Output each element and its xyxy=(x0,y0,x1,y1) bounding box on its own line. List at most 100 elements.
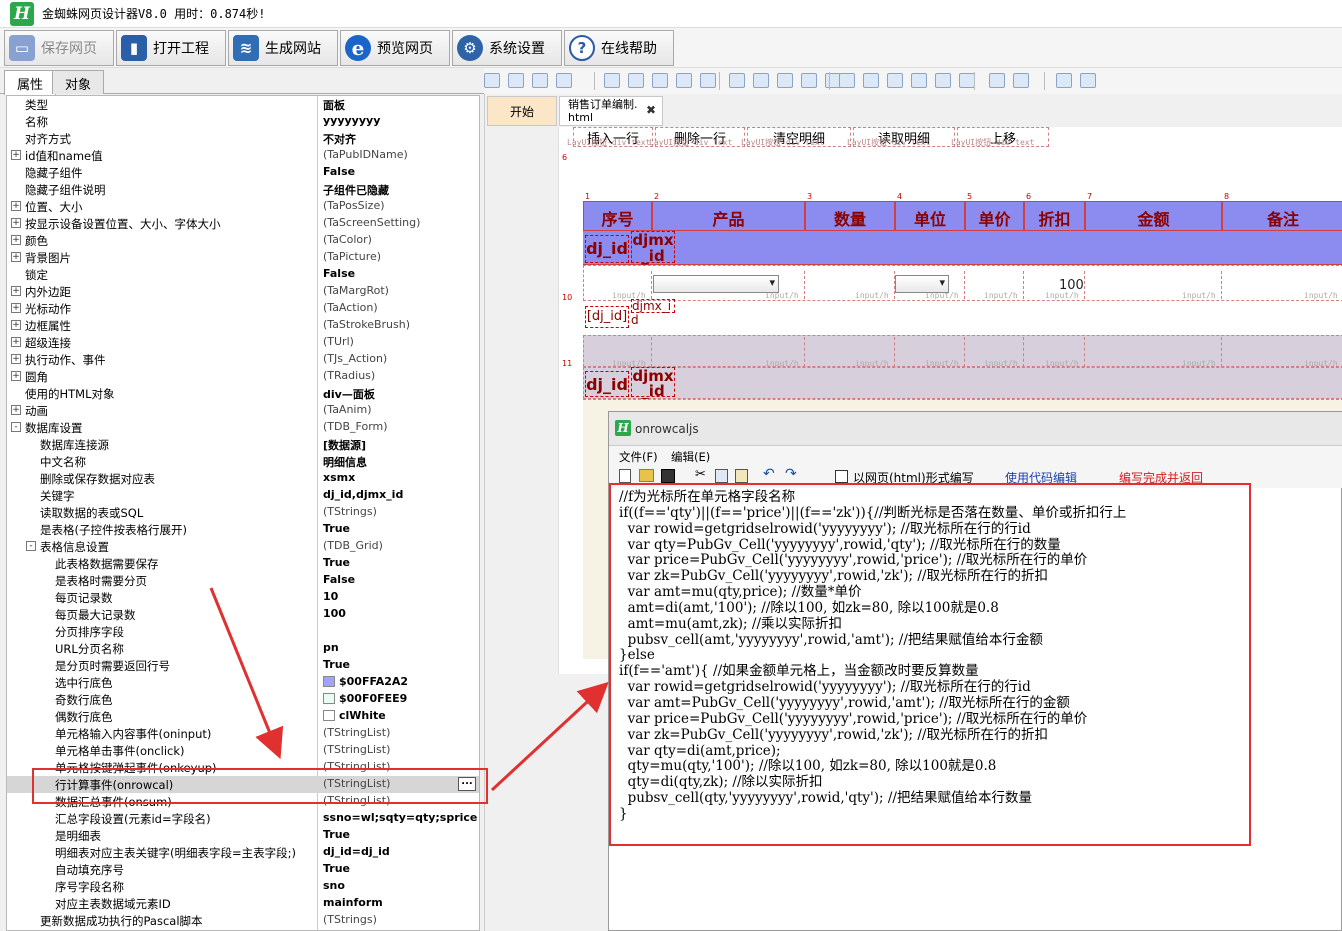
property-row[interactable]: 选中行底色 $00FFA2A2 xyxy=(7,674,479,691)
property-row[interactable]: + 背景图片 (TaPicture) xyxy=(7,249,479,266)
property-row[interactable]: + id值和name值 (TaPubIDName) xyxy=(7,147,479,164)
system-settings-button[interactable]: ⚙ 系统设置 xyxy=(452,30,562,66)
property-value[interactable]: dj_id,djmx_id xyxy=(320,488,478,501)
property-value[interactable]: (TStringList) xyxy=(320,777,478,790)
code-textarea[interactable]: //f为光标所在单元格字段名称 if((f=='qty')||(f=='price… xyxy=(617,488,1335,928)
collapse-icon[interactable]: - xyxy=(11,422,21,432)
property-row[interactable]: + 按显示设备设置位置、大小、字体大小 (TaScreenSetting) xyxy=(7,215,479,232)
copy-icon[interactable] xyxy=(715,469,728,483)
redo-icon[interactable]: ↷ xyxy=(785,466,797,482)
expand-icon[interactable]: + xyxy=(11,371,21,381)
new-file-icon[interactable] xyxy=(619,469,631,483)
align-tool-icon[interactable] xyxy=(652,73,668,88)
property-row[interactable]: 明细表对应主表关键字(明细表字段=主表字段;) dj_id=dj_id xyxy=(7,844,479,861)
property-row[interactable]: 是明细表 True xyxy=(7,827,479,844)
align-tool-icon[interactable] xyxy=(676,73,692,88)
property-value[interactable]: True xyxy=(320,522,478,535)
unit-dropdown[interactable] xyxy=(895,275,949,293)
tab-properties[interactable]: 属性 xyxy=(4,70,57,95)
property-row[interactable]: 对应主表数据域元素ID mainform xyxy=(7,895,479,912)
property-value[interactable]: div—面板 xyxy=(320,386,478,402)
property-value[interactable]: (TaMargRot) xyxy=(320,284,478,297)
build-site-button[interactable]: ≋ 生成网站 xyxy=(228,30,338,66)
property-row[interactable]: 中文名称 明细信息 xyxy=(7,453,479,470)
property-row[interactable]: 分页排序字段 xyxy=(7,623,479,640)
property-value[interactable]: clWhite xyxy=(320,709,478,722)
property-row[interactable]: + 颜色 (TaColor) xyxy=(7,232,479,249)
property-row[interactable]: + 光标动作 (TaAction) xyxy=(7,300,479,317)
property-value[interactable]: xsmx xyxy=(320,471,478,484)
property-value[interactable]: pn xyxy=(320,641,478,654)
property-value[interactable]: (TStrings) xyxy=(320,505,478,518)
save-file-icon[interactable] xyxy=(661,469,675,483)
property-row[interactable]: 行计算事件(onrowcal) (TStringList)... xyxy=(7,776,479,793)
property-value[interactable]: (TaPosSize) xyxy=(320,199,478,212)
property-value[interactable]: mainform xyxy=(320,896,478,909)
property-value[interactable]: $00FFA2A2 xyxy=(320,675,478,688)
property-row[interactable]: + 超级连接 (TUrl) xyxy=(7,334,479,351)
property-row[interactable]: 序号字段名称 sno xyxy=(7,878,479,895)
property-row[interactable]: 使用的HTML对象 div—面板 xyxy=(7,385,479,402)
property-value[interactable]: (TStrings) xyxy=(320,913,478,926)
align-tool-icon[interactable] xyxy=(604,73,620,88)
property-row[interactable]: 对齐方式 不对齐 xyxy=(7,130,479,147)
discount-value[interactable]: 100 xyxy=(1059,278,1084,293)
property-row[interactable]: 更新数据成功执行的Pascal脚本 (TStrings) xyxy=(7,912,479,929)
align-tool-icon[interactable] xyxy=(801,73,817,88)
close-tab-icon[interactable]: ✖ xyxy=(646,104,656,117)
property-row[interactable]: 名称 yyyyyyyy xyxy=(7,113,479,130)
property-row[interactable]: 单元格单击事件(onclick) (TStringList) xyxy=(7,742,479,759)
property-value[interactable]: (TDB_Form) xyxy=(320,420,478,433)
expand-icon[interactable]: + xyxy=(11,337,21,347)
property-value[interactable]: False xyxy=(320,267,478,280)
property-value[interactable]: 100 xyxy=(320,607,478,620)
cut-icon[interactable]: ✂ xyxy=(695,467,706,482)
align-tool-icon[interactable] xyxy=(508,73,524,88)
align-tool-icon[interactable] xyxy=(777,73,793,88)
property-row[interactable]: 是表格(子控件按表格行展开) True xyxy=(7,521,479,538)
property-row[interactable]: + 边框属性 (TaStrokeBrush) xyxy=(7,317,479,334)
property-row[interactable]: 每页记录数 10 xyxy=(7,589,479,606)
property-value[interactable]: [数据源] xyxy=(320,437,478,453)
property-row[interactable]: + 圆角 (TRadius) xyxy=(7,368,479,385)
expand-icon[interactable]: + xyxy=(11,201,21,211)
tab-objects[interactable]: 对象 xyxy=(52,70,105,94)
property-value[interactable]: (TaScreenSetting) xyxy=(320,216,478,229)
property-row[interactable]: 是分页时需要返回行号 True xyxy=(7,657,479,674)
expand-icon[interactable]: + xyxy=(11,150,21,160)
align-tool-icon[interactable] xyxy=(753,73,769,88)
property-value[interactable]: True xyxy=(320,556,478,569)
property-value[interactable]: False xyxy=(320,165,478,178)
align-tool-icon[interactable] xyxy=(729,73,745,88)
expand-icon[interactable]: + xyxy=(11,235,21,245)
align-tool-icon[interactable] xyxy=(556,73,572,88)
menu-edit[interactable]: 编辑(E) xyxy=(671,449,710,465)
property-value[interactable]: (TStringList) xyxy=(320,726,478,739)
expand-icon[interactable]: + xyxy=(11,218,21,228)
property-value[interactable]: (TJs_Action) xyxy=(320,352,478,365)
save-page-button[interactable]: ▭ 保存网页 xyxy=(4,30,114,66)
align-tool-icon[interactable] xyxy=(911,73,927,88)
property-row[interactable]: 自动填充序号 True xyxy=(7,861,479,878)
property-value[interactable]: ssno=wl;sqty=qty;sprice... xyxy=(320,811,478,824)
product-dropdown[interactable] xyxy=(653,275,779,293)
expand-icon[interactable]: + xyxy=(11,405,21,415)
collapse-icon[interactable]: - xyxy=(26,541,36,551)
edit-ellipsis-button[interactable]: ... xyxy=(458,777,476,791)
preview-page-button[interactable]: e 预览网页 xyxy=(340,30,450,66)
align-tool-icon[interactable] xyxy=(935,73,951,88)
property-row[interactable]: 每页最大记录数 100 xyxy=(7,606,479,623)
align-tool-icon[interactable] xyxy=(887,73,903,88)
property-value[interactable]: dj_id=dj_id xyxy=(320,845,478,858)
property-row[interactable]: + 执行动作、事件 (TJs_Action) xyxy=(7,351,479,368)
property-row[interactable]: 单元格输入内容事件(oninput) (TStringList) xyxy=(7,725,479,742)
property-row[interactable]: + 位置、大小 (TaPosSize) xyxy=(7,198,479,215)
property-row[interactable]: 锁定 False xyxy=(7,266,479,283)
property-value[interactable]: (TaAnim) xyxy=(320,403,478,416)
align-tool-icon[interactable] xyxy=(1056,73,1072,88)
expand-icon[interactable]: + xyxy=(11,354,21,364)
property-value[interactable]: (TaPicture) xyxy=(320,250,478,263)
property-row[interactable]: 数据汇总事件(onsum) (TStringList) xyxy=(7,793,479,810)
undo-icon[interactable]: ↶ xyxy=(763,466,775,482)
align-tool-icon[interactable] xyxy=(484,73,500,88)
